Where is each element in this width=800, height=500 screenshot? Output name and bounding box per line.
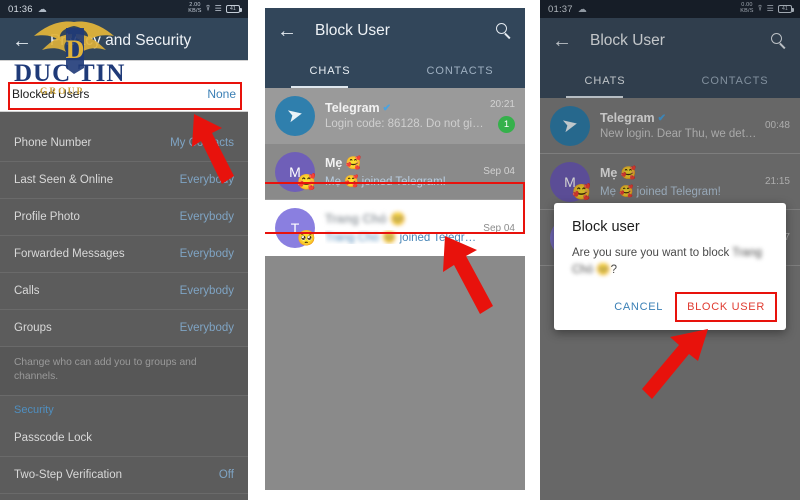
setting-value: Everybody [179, 322, 234, 334]
chat-list-item-trang-cho[interactable]: T 🥺 Trang Chó 🥺 Trang Chó 🥺 joined Teleg… [265, 200, 525, 256]
block-user-button[interactable]: BLOCK USER [678, 294, 774, 320]
setting-value: Everybody [179, 174, 234, 186]
section-header-security: Security [14, 403, 54, 416]
chat-list-item-telegram[interactable]: Telegram ✔ Login code: 86128. Do not giv… [265, 88, 525, 144]
setting-row-last-seen[interactable]: Last Seen & Online Everybody [0, 162, 248, 199]
avatar: T 🥺 [275, 208, 316, 248]
blocked-users-label: Blocked Users [12, 87, 90, 101]
tab-chats[interactable]: CHATS [265, 54, 395, 88]
setting-row-passcode-lock[interactable]: Passcode Lock [0, 420, 248, 457]
avatar-emoji: 🥺 [297, 230, 316, 247]
setting-row-two-step-verification[interactable]: Two-Step Verification Off [0, 457, 248, 494]
dialog-actions: CANCEL BLOCK USER [554, 292, 786, 323]
chat-time: 20:21 [489, 98, 515, 110]
setting-label: Last Seen & Online [14, 174, 114, 186]
setting-row-calls[interactable]: Calls Everybody [0, 273, 248, 310]
blocked-users-value: None [207, 87, 236, 101]
setting-label: Profile Photo [14, 211, 80, 223]
blocked-users-callout: Blocked Users None [0, 60, 248, 112]
setting-row-forwarded-messages[interactable]: Forwarded Messages Everybody [0, 236, 248, 273]
setting-value: Everybody [179, 248, 234, 260]
cancel-button[interactable]: CANCEL [605, 294, 672, 320]
chat-preview-suffix: joined Telegram! [399, 232, 478, 244]
chat-preview: Trang Chó 🥺 joined Telegram! [325, 230, 477, 244]
setting-row-phone-number[interactable]: Phone Number My Contacts [0, 125, 248, 162]
verified-badge-icon: ✔ [382, 102, 392, 114]
app-bar-block-user: ← Block User [265, 8, 525, 54]
dialog-message-suffix: ? [610, 263, 618, 276]
setting-label: Passcode Lock [14, 431, 92, 444]
setting-value: My Contacts [170, 137, 234, 149]
screenshot-stage: 01:36 ☁ 2.00 KB/S ⍒ ☰ 41 ← Privacy and Se… [0, 0, 800, 500]
setting-row-blocked-users-highlighted[interactable]: Blocked Users None [0, 81, 248, 107]
setting-row-active-sessions[interactable]: Active Sessions [0, 494, 248, 500]
setting-row-groups[interactable]: Groups Everybody [0, 310, 248, 347]
back-arrow-icon[interactable]: ← [277, 21, 301, 41]
setting-label: Calls [14, 285, 40, 297]
panel-privacy-settings: 01:36 ☁ 2.00 KB/S ⍒ ☰ 41 ← Privacy and Se… [0, 0, 248, 500]
data-rate-icon: 2.00 KB/S [188, 2, 202, 14]
chat-name: Trang Chó 🥺 [325, 212, 406, 226]
tab-bar: CHATS CONTACTS [265, 54, 525, 88]
block-user-button-wrap: BLOCK USER [675, 292, 777, 323]
chat-name: Telegram [325, 101, 380, 115]
chat-time: Sep 04 [483, 166, 515, 177]
tab-contacts[interactable]: CONTACTS [395, 54, 525, 88]
chat-list-item-me[interactable]: M 🥰 Mẹ 🥰 Mẹ 🥰 joined Telegram! Sep 04 [265, 144, 525, 200]
signal-icon: ☰ [214, 4, 222, 13]
chat-preview: Login code: 86128. Do not giv... [325, 118, 484, 130]
panel-block-user-list: ← Block User CHATS CONTACTS Telegram ✔ L… [265, 0, 525, 500]
panel-block-confirm-dialog: 01:37 ☁ 0.00 KB/S ⍒ ☰ 41 ← Block User CHA… [540, 0, 800, 500]
status-time: 01:36 [8, 3, 33, 15]
chat-preview-name: Trang Chó 🥺 [325, 232, 397, 244]
avatar [275, 95, 315, 136]
setting-value: Everybody [179, 285, 234, 297]
chat-name-row: Telegram ✔ [325, 101, 484, 115]
dialog-message: Are you sure you want to block Trang Chó… [554, 245, 786, 294]
search-icon[interactable] [495, 22, 513, 40]
battery-level: 41 [230, 6, 236, 12]
avatar-emoji: 🥰 [297, 173, 316, 191]
setting-row-profile-photo[interactable]: Profile Photo Everybody [0, 199, 248, 236]
chat-name: Mẹ 🥰 [325, 155, 362, 170]
dialog-title: Block user [572, 219, 640, 235]
setting-label: Groups [14, 322, 52, 334]
battery-icon: 41 [226, 5, 242, 13]
chat-list: Telegram ✔ Login code: 86128. Do not giv… [265, 88, 525, 490]
cloud-icon: ☁ [37, 3, 47, 14]
setting-value: Everybody [179, 211, 234, 223]
avatar: M 🥰 [275, 151, 316, 192]
unread-badge: 1 [498, 115, 515, 133]
setting-label: Two-Step Verification [14, 468, 123, 481]
dialog-message-prefix: Are you sure you want to block [572, 247, 733, 259]
groups-note: Change who can add you to groups and cha… [0, 347, 248, 396]
wifi-icon: ⍒ [205, 4, 211, 13]
settings-list: Privacy Phone Number My Contacts Last Se… [0, 64, 248, 500]
status-icons: 2.00 KB/S ⍒ ☰ 41 [188, 2, 242, 15]
setting-value: Off [218, 468, 234, 481]
back-arrow-icon[interactable]: ← [12, 31, 36, 51]
status-bar: 01:36 ☁ 2.00 KB/S ⍒ ☰ 41 [0, 0, 248, 18]
setting-label: Phone Number [14, 137, 92, 149]
chat-preview: Mẹ 🥰 joined Telegram! [325, 175, 446, 188]
block-user-dialog: Block user Are you sure you want to bloc… [554, 203, 786, 331]
page-title: Block User [315, 22, 390, 39]
app-bar-privacy: ← Privacy and Security [0, 18, 248, 64]
setting-label: Forwarded Messages [14, 248, 125, 260]
page-title: Privacy and Security [50, 32, 192, 49]
chat-time: Sep 04 [483, 222, 515, 234]
